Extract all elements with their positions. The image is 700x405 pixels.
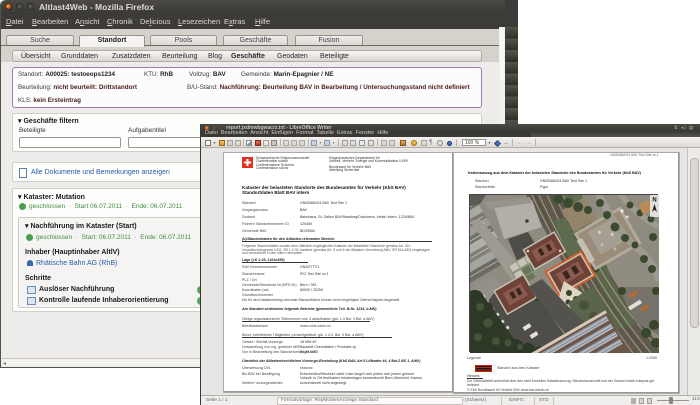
svg-text:N: N: [652, 198, 656, 204]
